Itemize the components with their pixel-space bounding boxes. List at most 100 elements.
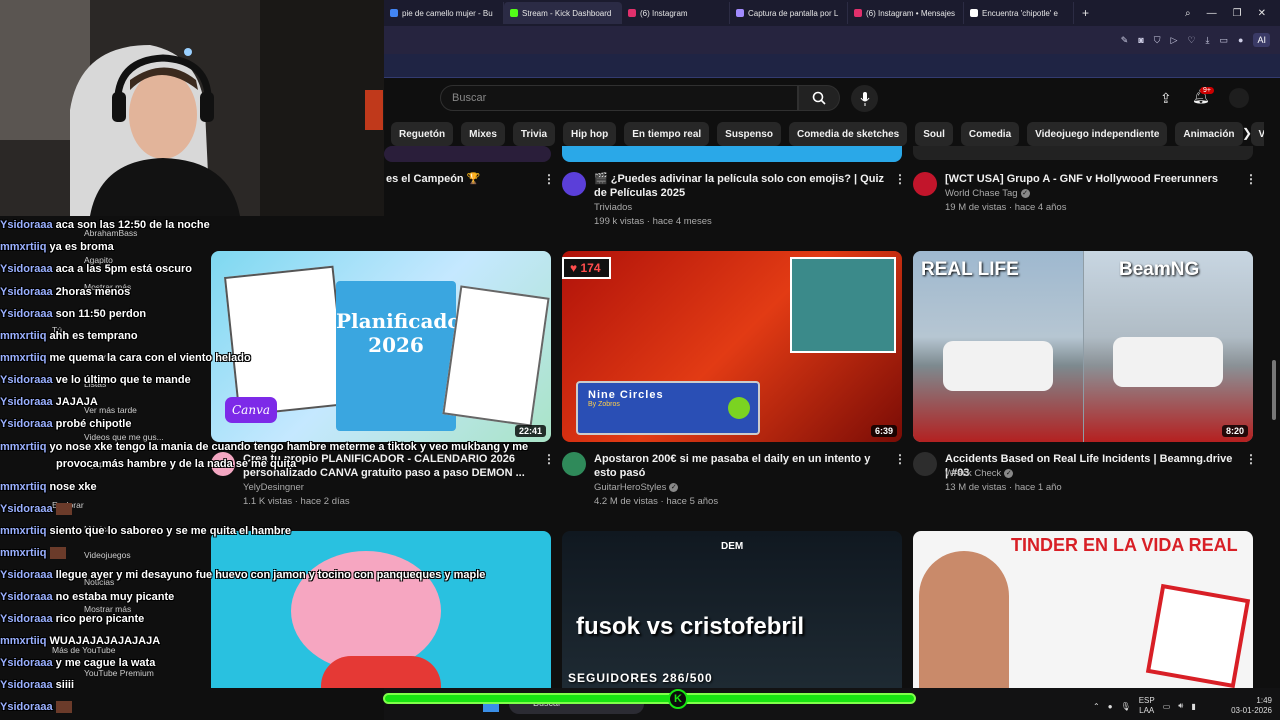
ai-button[interactable]: AI <box>1253 33 1270 47</box>
video-thumbnail-geometry-dash[interactable]: ♥ 174 Nine Circles By Zobros 6:39 <box>562 251 902 442</box>
video-meta: 199 k vistas · hace 4 meses <box>594 216 712 227</box>
chat-text: provoca más hambre y de la nada se me qu… <box>56 458 297 470</box>
channel-avatar[interactable] <box>913 452 937 476</box>
more-options-icon[interactable]: ⋮ <box>543 172 555 186</box>
page-scrollbar[interactable] <box>1272 360 1276 420</box>
tab-screenshot[interactable]: Captura de pantalla por L <box>730 2 848 24</box>
app-tray-icon[interactable]: ● <box>1108 702 1113 711</box>
video-title[interactable]: Apostaron 200€ si me pasaba el daily en … <box>594 452 884 480</box>
channel-name[interactable]: GuitarHeroStyles ✓ <box>594 481 679 495</box>
chip-comedy[interactable]: Comedia <box>960 122 1020 146</box>
chip-videogame[interactable]: Videojuego de <box>1250 122 1264 146</box>
chat-emote <box>49 547 66 560</box>
video-title[interactable]: 🎬 ¿Puedes adivinar la película solo con … <box>594 172 884 200</box>
search-input[interactable]: Buscar <box>440 85 798 111</box>
account-avatar[interactable] <box>1229 88 1249 108</box>
chat-text: siiii <box>55 679 74 691</box>
heart-icon[interactable]: ♡ <box>1187 35 1195 46</box>
play-icon[interactable]: ▷ <box>1171 35 1178 46</box>
microphone-icon <box>860 91 869 106</box>
video-thumbnail[interactable] <box>913 146 1253 160</box>
chat-text: y me cague la wata <box>55 657 156 669</box>
new-tab-button[interactable]: + <box>1074 6 1097 20</box>
chat-text: yo nose xke tengo la mania de cuando ten… <box>49 441 529 453</box>
more-options-icon[interactable]: ⋮ <box>1245 452 1257 466</box>
volume-icon[interactable]: 🔊︎ <box>1178 701 1183 711</box>
channel-avatar[interactable] <box>562 452 586 476</box>
chat-emote <box>55 701 72 714</box>
chip-sketch-comedy[interactable]: Comedia de sketches <box>788 122 908 146</box>
chip-soul[interactable]: Soul <box>915 122 953 146</box>
channel-avatar[interactable] <box>913 172 937 196</box>
close-button[interactable]: ✕ <box>1258 8 1266 19</box>
verified-icon: ✓ <box>1020 188 1030 198</box>
channel-name[interactable]: Triviados <box>594 201 632 215</box>
video-thumbnail[interactable] <box>384 146 551 162</box>
video-thumbnail-beamng[interactable]: REAL LIFE BeamNG 8:20 <box>913 251 1253 442</box>
language-indicator[interactable]: ESP LAA <box>1139 696 1155 716</box>
channel-name[interactable]: Wreck Check ✓ <box>945 467 1014 481</box>
tab-google-search[interactable]: pie de camello mujer - Bu <box>384 2 504 24</box>
microphone-icon[interactable]: 🎙︎ <box>1121 702 1131 711</box>
chat-text: ya es broma <box>49 241 114 253</box>
camera-icon[interactable]: ◙ <box>1138 35 1143 45</box>
chat-text: 2horas menos <box>55 286 131 298</box>
chip-regueton[interactable]: Reguetón <box>391 122 454 146</box>
profile-icon[interactable]: ● <box>1238 35 1243 45</box>
channel-name[interactable]: World Chase Tag ✓ <box>945 187 1030 201</box>
search-tabs-button[interactable]: ⌕ <box>1185 8 1191 19</box>
clock[interactable]: 1:49 03-01-2026 <box>1231 696 1280 716</box>
channel-avatar[interactable] <box>562 172 586 196</box>
wallet-icon[interactable]: ▭ <box>1220 35 1229 46</box>
video-thumbnail-tinder[interactable]: TINDER EN LA VIDA REAL <box>913 531 1253 688</box>
system-tray: ⌃ ● 🎙︎ ESP LAA ▭ 🔊︎ ▮ 1:49 03-01-2026 <box>1093 692 1280 720</box>
chip-animation[interactable]: Animación <box>1175 122 1243 146</box>
edit-icon[interactable]: ✎ <box>1121 35 1129 46</box>
maximize-button[interactable]: ❐ <box>1233 8 1242 19</box>
video-title[interactable]: es el Campeón 🏆 <box>386 172 536 186</box>
voice-search-button[interactable] <box>851 85 878 112</box>
more-options-icon[interactable]: ⋮ <box>543 452 555 466</box>
chat-text: no estaba muy picante <box>55 591 175 603</box>
verified-icon: ✓ <box>1004 468 1014 478</box>
chat-text: nose xke <box>49 481 97 493</box>
chat-text: me quema la cara con el viento helado <box>49 352 251 364</box>
shield-icon[interactable]: ⛉ <box>1154 35 1161 46</box>
download-icon[interactable]: ⤓ <box>1206 35 1210 46</box>
video-title[interactable]: [WCT USA] Grupo A - GNF v Hollywood Free… <box>945 172 1235 186</box>
video-thumbnail[interactable] <box>562 146 902 162</box>
likes-badge: ♥ 174 <box>562 257 611 279</box>
chip-trivia[interactable]: Trivia <box>512 122 556 146</box>
sidebar-item-premium[interactable]: YouTube Premium <box>84 668 154 678</box>
chat-text: llegue ayer y mi desayuno fue huevo con … <box>55 569 486 581</box>
more-options-icon[interactable]: ⋮ <box>1245 172 1257 186</box>
more-options-icon[interactable]: ⋮ <box>894 452 906 466</box>
chat-message: Ysidoraaa siiii <box>0 679 74 691</box>
chevron-up-icon[interactable]: ⌃ <box>1093 702 1100 711</box>
chat-username: Ysidoraaa <box>0 418 53 430</box>
search-button[interactable] <box>798 85 840 111</box>
chat-username: Ysidoraaa <box>0 308 53 320</box>
sidebar-item-gaming[interactable]: Videojuegos <box>84 550 131 560</box>
chevron-right-icon[interactable]: ❯ <box>1242 126 1252 140</box>
video-thumbnail-fusok[interactable]: DEM fusok vs cristofebril SEGUIDORES 286… <box>562 531 902 688</box>
minimize-button[interactable]: — <box>1207 8 1217 19</box>
tab-kick-dashboard[interactable]: Stream - Kick Dashboard <box>504 2 622 24</box>
followers-goal-text: SEGUIDORES 286/500 <box>568 671 713 685</box>
more-options-icon[interactable]: ⋮ <box>894 172 906 186</box>
chip-hip-hop[interactable]: Hip hop <box>563 122 617 146</box>
battery-icon[interactable]: ▮ <box>1191 702 1195 711</box>
tab-instagram-messages[interactable]: (6) Instagram • Mensajes <box>848 2 964 24</box>
tab-tiktok-search[interactable]: Encuentra 'chipotle' e <box>964 2 1074 24</box>
upload-icon[interactable]: ⇪ <box>1160 90 1172 107</box>
tab-instagram[interactable]: (6) Instagram <box>622 2 730 24</box>
chip-suspense[interactable]: Suspenso <box>717 122 781 146</box>
chip-indie-game[interactable]: Videojuego independiente <box>1027 122 1168 146</box>
chat-message: Ysidoraaa aca a las 5pm está oscuro <box>0 263 192 275</box>
chat-text: ve lo último que te mande <box>55 374 191 386</box>
chat-message: Ysidoraaa no estaba muy picante <box>0 591 174 603</box>
chip-live[interactable]: En tiempo real <box>624 122 710 146</box>
channel-name-text: Wreck Check <box>945 468 1002 479</box>
chip-mixes[interactable]: Mixes <box>461 122 505 146</box>
network-icon[interactable]: ▭ <box>1163 702 1171 711</box>
